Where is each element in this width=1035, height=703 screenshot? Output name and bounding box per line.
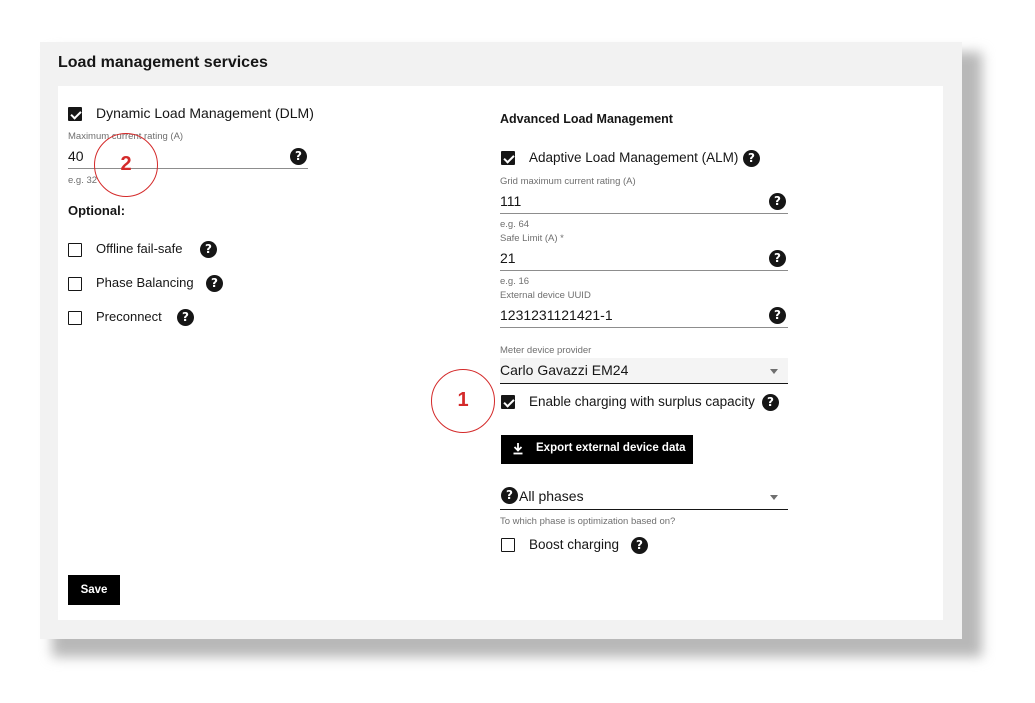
safe-limit-help-icon[interactable]: ? bbox=[769, 250, 786, 267]
safe-limit-value: 21 bbox=[500, 250, 516, 266]
dlm-checkbox[interactable] bbox=[68, 107, 82, 121]
meter-select[interactable]: Carlo Gavazzi EM24 bbox=[500, 358, 788, 384]
offline-failsafe-label: Offline fail-safe bbox=[96, 241, 183, 256]
meter-value: Carlo Gavazzi EM24 bbox=[500, 362, 629, 378]
annotation-circle-2: 2 bbox=[94, 133, 158, 197]
optional-heading: Optional: bbox=[68, 203, 126, 218]
download-icon bbox=[513, 443, 523, 455]
dlm-label: Dynamic Load Management (DLM) bbox=[96, 105, 314, 121]
safe-limit-label: Safe Limit (A) * bbox=[500, 233, 564, 244]
phases-help-icon[interactable]: ? bbox=[501, 487, 518, 504]
preconnect-checkbox[interactable] bbox=[68, 311, 82, 325]
chevron-down-icon bbox=[770, 495, 778, 500]
alm-label: Adaptive Load Management (ALM) bbox=[529, 150, 739, 165]
settings-panel: Dynamic Load Management (DLM) Maximum cu… bbox=[58, 86, 943, 620]
uuid-value: 1231231121421-1 bbox=[500, 307, 613, 323]
boost-help-icon[interactable]: ? bbox=[631, 537, 648, 554]
export-button-label: Export external device data bbox=[536, 442, 686, 454]
grid-max-label: Grid maximum current rating (A) bbox=[500, 176, 636, 187]
grid-max-value: 111 bbox=[500, 193, 522, 209]
phases-value: All phases bbox=[519, 488, 584, 504]
max-current-value: 40 bbox=[68, 148, 84, 164]
alm-checkbox[interactable] bbox=[501, 151, 515, 165]
uuid-help-icon[interactable]: ? bbox=[769, 307, 786, 324]
surplus-help-icon[interactable]: ? bbox=[762, 394, 779, 411]
surplus-checkbox[interactable] bbox=[501, 395, 515, 409]
uuid-label: External device UUID bbox=[500, 290, 591, 301]
preconnect-label: Preconnect bbox=[96, 309, 162, 324]
phases-hint: To which phase is optimization based on? bbox=[500, 516, 676, 527]
max-current-help-icon[interactable]: ? bbox=[290, 148, 307, 165]
export-button[interactable]: Export external device data bbox=[501, 435, 693, 464]
preconnect-help-icon[interactable]: ? bbox=[177, 309, 194, 326]
annotation-circle-1: 1 bbox=[431, 369, 495, 433]
max-current-hint: e.g. 32 bbox=[68, 175, 98, 186]
advanced-heading: Advanced Load Management bbox=[500, 112, 673, 126]
chevron-down-icon bbox=[770, 369, 778, 374]
uuid-input[interactable]: 1231231121421-1 bbox=[500, 304, 788, 328]
offline-failsafe-help-icon[interactable]: ? bbox=[200, 241, 217, 258]
page-title: Load management services bbox=[58, 54, 268, 71]
grid-max-hint: e.g. 64 bbox=[500, 219, 530, 230]
grid-max-help-icon[interactable]: ? bbox=[769, 193, 786, 210]
alm-help-icon[interactable]: ? bbox=[743, 150, 760, 167]
phase-balancing-checkbox[interactable] bbox=[68, 277, 82, 291]
save-button[interactable]: Save bbox=[68, 575, 120, 605]
phase-balancing-help-icon[interactable]: ? bbox=[206, 275, 223, 292]
safe-limit-hint: e.g. 16 bbox=[500, 276, 530, 287]
boost-checkbox[interactable] bbox=[501, 538, 515, 552]
surplus-label: Enable charging with surplus capacity bbox=[529, 394, 755, 409]
safe-limit-input[interactable]: 21 bbox=[500, 247, 788, 271]
grid-max-input[interactable]: 111 bbox=[500, 190, 788, 214]
meter-label: Meter device provider bbox=[500, 345, 592, 356]
phase-balancing-label: Phase Balancing bbox=[96, 275, 194, 290]
phases-select[interactable]: ? All phases bbox=[500, 484, 788, 510]
offline-failsafe-checkbox[interactable] bbox=[68, 243, 82, 257]
boost-label: Boost charging bbox=[529, 537, 620, 552]
load-management-card: Load management services Dynamic Load Ma… bbox=[40, 42, 962, 639]
